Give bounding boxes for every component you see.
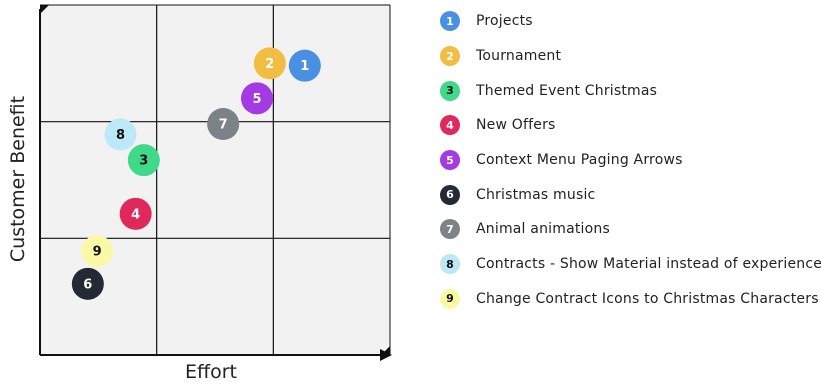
- data-point-1: 1: [288, 49, 321, 82]
- legend-label: Projects: [476, 13, 533, 30]
- legend-item-4: 4 New Offers: [440, 108, 821, 143]
- data-point-label: 7: [219, 118, 228, 133]
- legend-label: Animal animations: [476, 221, 610, 238]
- data-point-3: 3: [127, 144, 160, 177]
- legend-item-2: 2 Tournament: [440, 39, 821, 74]
- legend-badge: 6: [440, 184, 460, 205]
- data-point-label: 4: [131, 207, 140, 222]
- plot-area: [40, 5, 390, 355]
- legend-item-8: 8 Contracts - Show Material instead of ex…: [440, 247, 821, 282]
- legend-label: Christmas music: [476, 186, 596, 203]
- data-point-7: 7: [207, 108, 240, 140]
- data-point-2: 2: [253, 47, 286, 80]
- legend-badge: 5: [440, 150, 460, 171]
- legend-item-1: 1 Projects: [440, 4, 821, 39]
- data-point-4: 4: [119, 197, 152, 230]
- legend-label: Tournament: [476, 48, 562, 65]
- legend-label: New Offers: [476, 117, 556, 134]
- data-point-label: 2: [265, 57, 274, 72]
- data-point-label: 6: [83, 277, 92, 292]
- data-point-5: 5: [241, 82, 273, 115]
- legend-badge: 4: [440, 115, 460, 136]
- legend-label: Change Contract Icons to Christmas Chara…: [476, 290, 819, 307]
- x-axis-label: Effort: [185, 361, 237, 383]
- data-point-label: 1: [300, 59, 309, 74]
- data-point-label: 3: [139, 154, 148, 169]
- legend-badge: 2: [440, 46, 460, 67]
- legend-item-7: 7 Animal animations: [440, 212, 821, 247]
- data-point-6: 6: [71, 267, 104, 300]
- data-point-8: 8: [104, 118, 137, 151]
- legend-item-5: 5 Context Menu Paging Arrows: [440, 143, 821, 178]
- legend-badge: 3: [440, 80, 460, 101]
- legend: 1 Projects 2 Tournament 3 Themed Event Christ…: [440, 4, 821, 316]
- legend-badge: 8: [440, 254, 460, 275]
- legend-badge: 9: [440, 288, 460, 309]
- legend-label: Contracts - Show Material instead of exp…: [476, 256, 821, 273]
- prioritization-matrix: 1 2 3 4 5 6 7 8 9: [39, 4, 392, 361]
- legend-item-3: 3 Themed Event Christmas: [440, 73, 821, 108]
- legend-label: Context Menu Paging Arrows: [476, 152, 683, 169]
- legend-label: Themed Event Christmas: [476, 82, 658, 99]
- y-axis-label: Customer Benefit: [7, 95, 29, 263]
- legend-item-6: 6 Christmas music: [440, 177, 821, 212]
- legend-badge: 7: [440, 219, 460, 240]
- data-point-label: 9: [93, 245, 102, 260]
- data-point-label: 5: [252, 92, 261, 107]
- legend-item-9: 9 Change Contract Icons to Christmas Char…: [440, 282, 821, 317]
- data-point-9: 9: [81, 235, 114, 268]
- data-point-label: 8: [116, 128, 125, 143]
- legend-badge: 1: [440, 11, 460, 32]
